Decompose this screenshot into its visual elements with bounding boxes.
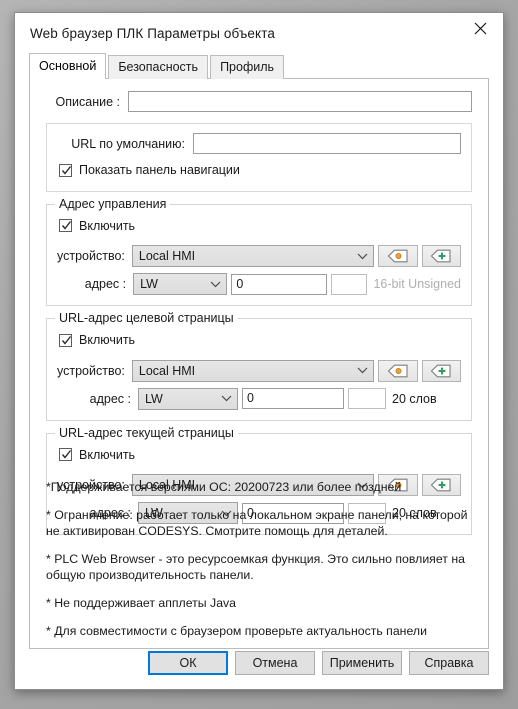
chevron-down-icon <box>358 367 368 374</box>
control-address-address-label: адрес : <box>84 277 127 291</box>
control-address-value-input[interactable]: 0 <box>231 273 328 295</box>
check-icon <box>61 165 72 175</box>
show-navigation-bar-label: Показать панель навигации <box>79 163 240 177</box>
apply-button[interactable]: Применить <box>322 651 402 675</box>
current-page-url-enable-checkbox[interactable]: Включить <box>59 448 135 462</box>
target-page-url-type-value: LW <box>145 391 163 406</box>
default-url-label: URL по умолчанию: <box>71 136 185 151</box>
control-address-type-select[interactable]: LW <box>133 273 228 295</box>
control-address-device-label: устройство: <box>57 249 125 263</box>
target-page-url-tag-settings-button[interactable] <box>378 359 418 382</box>
control-address-format-label: 16-bit Unsigned <box>373 277 461 291</box>
tag-settings-icon <box>387 249 408 263</box>
dialog-footer: ОК Отмена Применить Справка <box>15 637 503 689</box>
default-url-input[interactable] <box>193 133 461 154</box>
check-icon <box>61 450 72 459</box>
note-performance: * PLC Web Browser - это ресурсоемкая фун… <box>46 552 465 582</box>
close-icon[interactable] <box>457 13 503 44</box>
target-page-url-value-input[interactable]: 0 <box>242 388 344 409</box>
target-page-url-type-select[interactable]: LW <box>138 387 238 410</box>
tab-bezopasnost[interactable]: Безопасность <box>108 55 209 79</box>
note-limitation: * Ограничение: работает только на локаль… <box>46 508 468 538</box>
cancel-button[interactable]: Отмена <box>235 651 315 675</box>
tag-add-icon <box>431 364 451 377</box>
current-page-url-enable-label: Включить <box>79 447 136 462</box>
tag-settings-icon <box>387 364 408 377</box>
target-page-url-extra-input[interactable] <box>348 388 386 409</box>
control-address-type-value: LW <box>140 277 158 291</box>
group-target-page-url: URL-адрес целевой страницы Включить устр… <box>46 311 472 421</box>
target-page-url-address-label: адрес : <box>89 391 131 406</box>
note-java-applets: * Не поддерживает апплеты Java <box>46 596 237 610</box>
control-address-tag-settings-button[interactable] <box>378 245 418 267</box>
tag-add-icon <box>431 249 451 263</box>
tab-panel-general: Описание : URL по умолчанию: Показать па… <box>29 79 489 649</box>
control-address-device-row: устройство: Local HMI <box>57 245 461 267</box>
control-address-device-value: Local HMI <box>138 249 196 263</box>
target-page-url-format-label: 20 слов <box>392 391 437 406</box>
checkbox-box <box>59 163 72 177</box>
target-page-url-enable-label: Включить <box>79 333 136 347</box>
title-bar: Web браузер ПЛК Параметры объекта <box>15 13 503 53</box>
default-url-row: URL по умолчанию: <box>57 133 461 154</box>
target-page-url-device-select[interactable]: Local HMI <box>131 359 375 382</box>
control-address-enable-checkbox[interactable]: Включить <box>59 219 135 233</box>
chevron-down-icon <box>221 395 232 402</box>
notes-section: *Поддерживается версиями ОС: 20200723 ил… <box>46 479 472 651</box>
note-os-version: *Поддерживается версиями ОС: 20200723 ил… <box>46 480 402 494</box>
checkbox-box <box>59 333 72 347</box>
control-address-enable-label: Включить <box>79 218 136 233</box>
check-icon <box>61 335 72 345</box>
tab-strip: Основной Безопасность Профиль <box>29 53 489 79</box>
plc-web-browser-object-properties-dialog: Web браузер ПЛК Параметры объекта Основн… <box>14 12 504 690</box>
chevron-down-icon <box>358 253 368 259</box>
check-icon <box>61 221 72 230</box>
ok-button[interactable]: ОК <box>148 651 228 675</box>
target-page-url-device-row: устройство: Local HMI <box>57 359 461 382</box>
control-address-tag-add-button[interactable] <box>421 245 461 267</box>
group-target-page-url-legend: URL-адрес целевой страницы <box>55 311 238 325</box>
target-page-url-enable-checkbox[interactable]: Включить <box>59 333 135 347</box>
tab-profil[interactable]: Профиль <box>210 55 285 79</box>
target-page-url-tag-add-button[interactable] <box>421 359 461 382</box>
window-title: Web браузер ПЛК Параметры объекта <box>30 25 275 41</box>
default-url-block: URL по умолчанию: Показать панель навига… <box>46 123 472 192</box>
control-address-address-row: адрес : LW 0 16-bit Unsigned <box>57 273 461 295</box>
group-control-address: Адрес управления Включить устройство: Lo… <box>46 196 472 306</box>
control-address-device-select[interactable]: Local HMI <box>131 245 375 267</box>
description-row: Описание : <box>30 79 488 112</box>
control-address-extra-input[interactable] <box>331 273 368 295</box>
help-button[interactable]: Справка <box>409 651 489 675</box>
tab-osnovnoy[interactable]: Основной <box>29 53 107 79</box>
group-current-page-url-legend: URL-адрес текущей страницы <box>55 425 238 440</box>
checkbox-box <box>59 448 72 461</box>
target-page-url-device-value: Local HMI <box>138 363 196 378</box>
target-page-url-device-label: устройство: <box>57 363 125 378</box>
description-label: Описание : <box>55 94 120 109</box>
show-navigation-bar-checkbox[interactable]: Показать панель навигации <box>59 163 240 177</box>
close-glyph <box>474 22 486 35</box>
target-page-url-address-row: адрес : LW 0 20 слов <box>57 387 461 410</box>
chevron-down-icon <box>210 281 221 287</box>
group-control-address-legend: Адрес управления <box>55 196 171 211</box>
checkbox-box <box>59 219 72 232</box>
description-input[interactable] <box>128 91 472 112</box>
